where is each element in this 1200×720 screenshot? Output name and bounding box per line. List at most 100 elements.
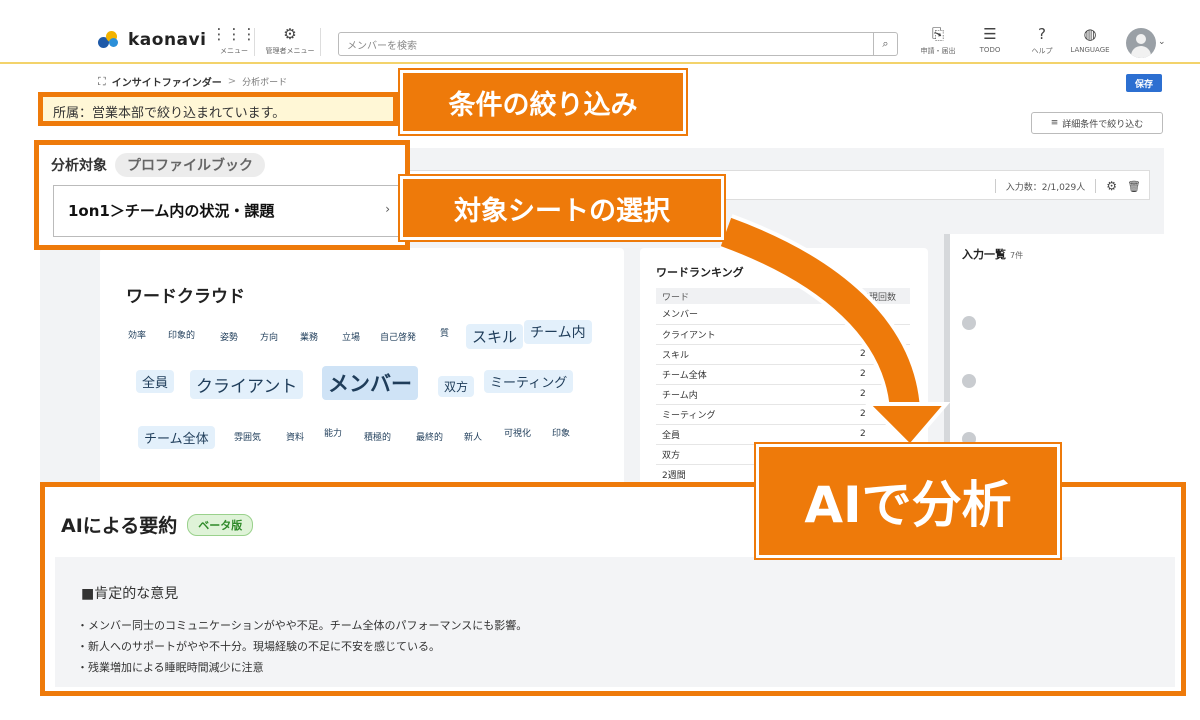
requests-button[interactable]: ⎘ 申請・届出 (910, 26, 966, 60)
list-item: ・メンバー同士のコミュニケーションがやや不足。チーム全体のパフォーマンスにも影響… (77, 619, 528, 632)
request-form-icon: ⎘ (931, 25, 944, 43)
column-header-word[interactable]: ワード (656, 288, 854, 304)
column-header-count[interactable]: 出現回数 (854, 288, 910, 304)
checklist-icon: ☰ (983, 25, 997, 43)
ai-summary-body: ■肯定的な意見 ・メンバー同士のコミュニケーションがやや不足。チーム全体のパフォ… (55, 557, 1175, 687)
table-row[interactable]: ミーティング 2 (656, 404, 910, 425)
ai-summary-list: ・メンバー同士のコミュニケーションがやや不足。チーム全体のパフォーマンスにも影響… (77, 615, 527, 678)
word-cloud-word[interactable]: 新人 (458, 428, 488, 445)
globe-icon: ◍ (1083, 25, 1097, 43)
admin-menu-label: 管理者メニュー (265, 47, 315, 55)
list-item: ・残業増加による睡眠時間減少に注意 (77, 661, 264, 674)
input-list-title-text: 入力一覧 (962, 248, 1006, 261)
sheet-select[interactable]: 1on1＞チーム内の状況・課題 › (53, 185, 399, 237)
table-row[interactable]: クライアント 3 (656, 324, 910, 345)
ranking-word: チーム内 (656, 384, 854, 405)
ranking-word: メンバー (656, 304, 854, 325)
word-cloud-word[interactable]: 最終的 (410, 428, 449, 445)
requests-label: 申請・届出 (920, 47, 956, 55)
ranking-count: 3 (854, 324, 910, 345)
word-cloud-word[interactable]: 雰囲気 (228, 428, 267, 445)
table-row[interactable]: チーム全体 2 (656, 364, 910, 385)
beta-badge: ベータ版 (187, 513, 254, 536)
selected-sheet: 1on1＞チーム内の状況・課題 (68, 202, 275, 220)
table-row[interactable]: スキル 2 (656, 344, 910, 365)
logo-mark-icon (98, 31, 120, 49)
word-cloud-word[interactable]: 能力 (318, 424, 348, 441)
member-search[interactable]: メンバーを検索 ⌕ (338, 32, 898, 56)
word-cloud-word[interactable]: 姿勢 (214, 328, 244, 345)
word-cloud-word[interactable]: 自己啓発 (374, 328, 422, 345)
condition-notice: 所属：営業本部で絞り込まれています。 (38, 92, 398, 126)
word-cloud-word[interactable]: 印象的 (162, 326, 201, 343)
ranking-word: 全員 (656, 424, 854, 445)
save-button[interactable]: 保存 (1126, 74, 1162, 92)
kaonavi-logo[interactable]: kaonavi (98, 30, 206, 50)
ai-callout: AIで分析 (756, 444, 1060, 558)
word-cloud-word[interactable]: 印象 (546, 424, 576, 441)
user-avatar[interactable] (1126, 28, 1156, 58)
table-row[interactable]: チーム内 2 (656, 384, 910, 405)
breadcrumb-root[interactable]: インサイトファインダー (112, 74, 222, 89)
ranking-count: 2 (854, 404, 910, 425)
list-item[interactable] (962, 374, 1158, 388)
word-cloud-word[interactable]: 可視化 (498, 424, 537, 441)
ranking-word: スキル (656, 344, 854, 365)
sheet-callout: 対象シートの選択 (400, 176, 724, 240)
help-label: ヘルプ (1031, 47, 1053, 55)
settings-gear-icon[interactable]: ⚙ (1106, 179, 1117, 193)
ranking-count: 2 (854, 344, 910, 365)
word-cloud-word[interactable]: ミーティング (484, 370, 574, 393)
word-cloud-word[interactable]: 業務 (294, 328, 324, 345)
logo-text: kaonavi (128, 30, 207, 50)
word-cloud-word[interactable]: 方向 (254, 328, 284, 345)
search-icon[interactable]: ⌕ (873, 33, 897, 55)
word-cloud-word[interactable]: 双方 (438, 376, 475, 397)
input-list-title: 入力一覧 7件 (962, 246, 1023, 262)
positive-opinions-heading: ■肯定的な意見 (81, 586, 179, 602)
word-cloud-title: ワードクラウド (126, 287, 245, 307)
ranking-count (854, 304, 910, 325)
ranking-word: クライアント (656, 324, 854, 345)
word-cloud-word[interactable]: スキル (466, 324, 524, 349)
ai-summary-header: AIによる要約 ベータ版 (61, 511, 254, 538)
source-pill[interactable]: プロファイルブック (115, 153, 265, 177)
word-cloud-word[interactable]: メンバー (322, 366, 418, 400)
gear-icon: ⚙ (283, 25, 297, 43)
word-cloud-word[interactable]: 積極的 (358, 428, 397, 445)
list-item[interactable] (962, 316, 1158, 330)
analysis-target-section: 分析対象 プロファイルブック 1on1＞チーム内の状況・課題 › (34, 140, 410, 250)
word-cloud-word[interactable]: クライアント (190, 370, 304, 399)
insight-finder-icon: ⛶ (98, 74, 106, 88)
word-cloud-word[interactable]: チーム全体 (138, 426, 215, 449)
grid-icon: ⋮⋮⋮ (211, 25, 257, 43)
word-cloud-word[interactable]: チーム内 (524, 320, 592, 344)
list-item: ・新人へのサポートがやや不十分。現場経験の不足に不安を感じている。 (77, 640, 440, 653)
admin-menu-button[interactable]: ⚙ 管理者メニュー (262, 26, 318, 60)
language-label: LANGUAGE (1070, 46, 1110, 54)
table-row[interactable]: メンバー (656, 304, 910, 325)
breadcrumb-separator: > (227, 76, 237, 87)
chevron-down-icon[interactable]: ⌄ (1158, 37, 1166, 47)
target-meta: 入力数：2/1,029人 ⚙ 🗑 (994, 179, 1141, 193)
chevron-right-icon: › (385, 202, 390, 216)
trash-icon[interactable]: 🗑 (1127, 180, 1141, 193)
ranking-word: ミーティング (656, 404, 854, 425)
word-cloud-word[interactable]: 効率 (122, 326, 152, 343)
word-cloud-word[interactable]: 全員 (136, 370, 175, 393)
word-cloud-word[interactable]: 立場 (336, 328, 366, 345)
avatar (962, 316, 976, 330)
todo-button[interactable]: ☰ TODO (962, 26, 1018, 60)
table-row[interactable]: 全員 2 (656, 424, 910, 445)
word-cloud-word[interactable]: 資料 (280, 428, 310, 445)
language-button[interactable]: ◍ LANGUAGE (1062, 26, 1118, 60)
analysis-target-label: 分析対象 (51, 158, 107, 174)
word-cloud-word[interactable]: 質 (434, 324, 455, 341)
app-header: kaonavi ⋮⋮⋮ メニュー ⚙ 管理者メニュー メンバーを検索 ⌕ ⎘ 申… (0, 0, 1200, 64)
detail-filter-button[interactable]: ≡ 詳細条件で絞り込む (1031, 112, 1163, 134)
ranking-count: 2 (854, 364, 910, 385)
breadcrumb: ⛶ インサイトファインダー > 分析ボード (98, 74, 287, 90)
word-ranking-title: ワードランキング (656, 266, 744, 279)
ai-summary-title: AIによる要約 (61, 515, 178, 537)
search-input[interactable]: メンバーを検索 (347, 37, 417, 52)
